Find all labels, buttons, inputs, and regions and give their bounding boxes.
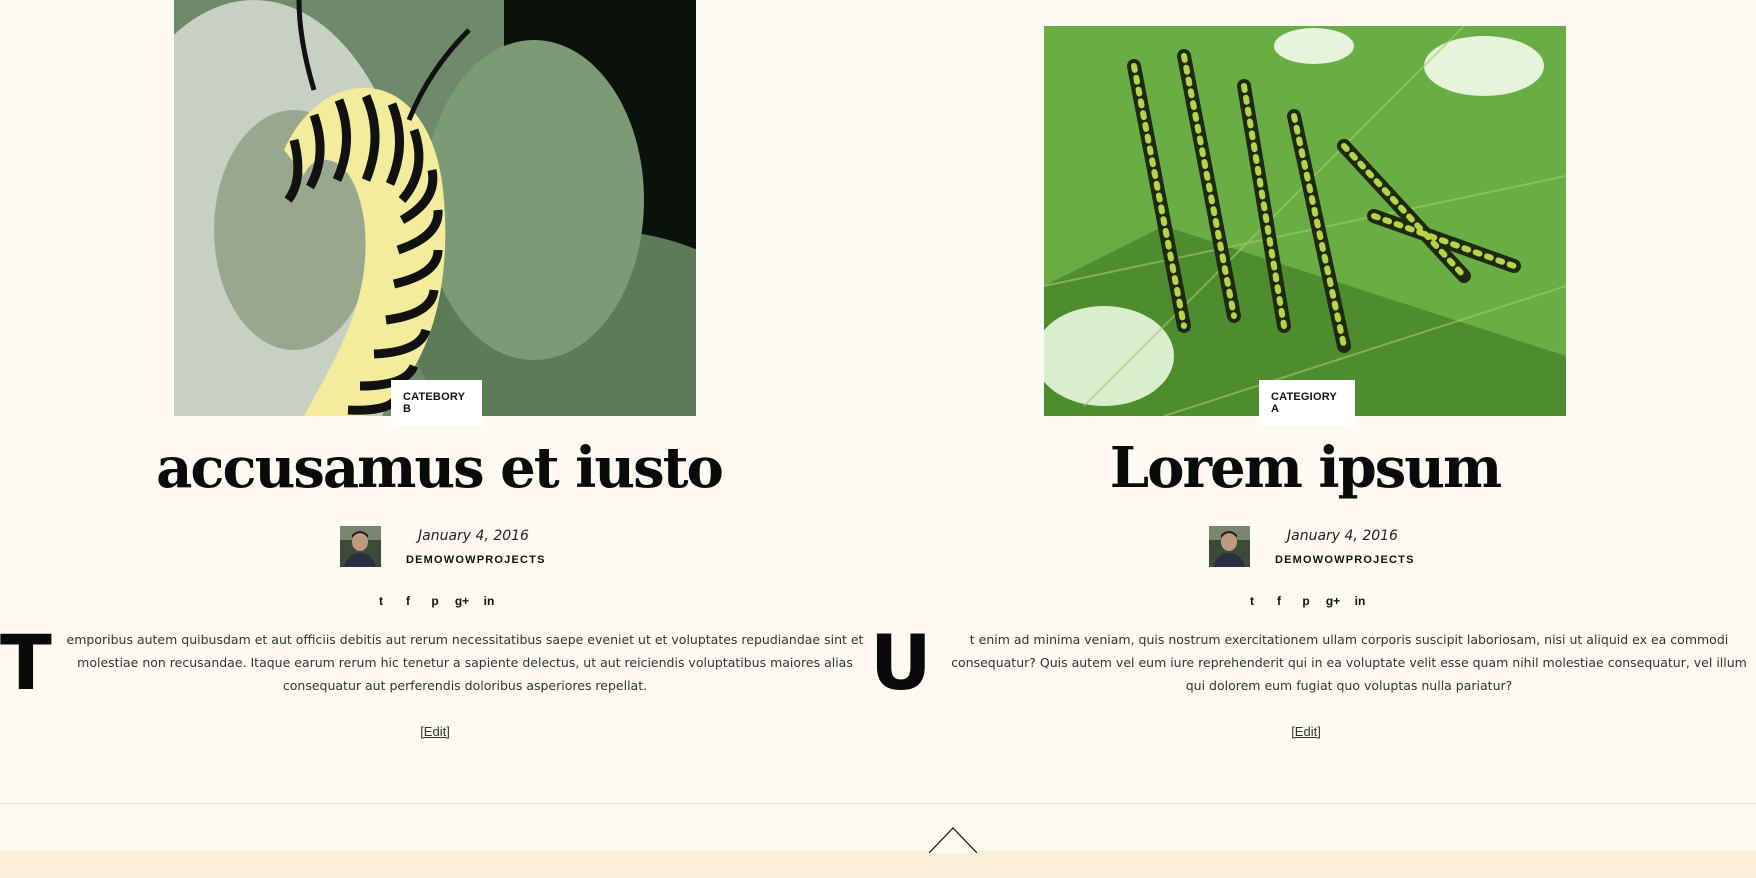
edit-link[interactable]: [Edit]: [0, 724, 874, 739]
drop-cap: T: [0, 618, 52, 707]
facebook-icon[interactable]: f: [400, 592, 417, 609]
post-author[interactable]: DEMOWOWPROJECTS: [406, 554, 546, 566]
post-card: CATEBORY B accusamus et iusto January 4,…: [0, 0, 878, 760]
google-plus-icon[interactable]: g+: [454, 592, 471, 609]
pinterest-icon[interactable]: p: [1298, 592, 1315, 609]
category-badge[interactable]: CATEGIORY A: [1259, 380, 1355, 426]
post-title[interactable]: accusamus et iusto: [0, 432, 878, 504]
twitter-icon[interactable]: t: [373, 592, 390, 609]
chevron-up-icon[interactable]: [929, 827, 977, 853]
post-card: CATEGIORY A Lorem ipsum January 4, 2016 …: [870, 0, 1748, 760]
author-avatar[interactable]: [340, 526, 381, 567]
linkedin-icon[interactable]: in: [481, 592, 498, 609]
google-plus-icon[interactable]: g+: [1325, 592, 1342, 609]
post-meta: January 4, 2016 DEMOWOWPROJECTS: [0, 526, 878, 570]
linkedin-icon[interactable]: in: [1352, 592, 1369, 609]
drop-cap: U: [870, 618, 932, 707]
share-links: t f p g+ in: [0, 592, 874, 609]
section-divider: [0, 803, 1756, 804]
category-badge[interactable]: CATEBORY B: [391, 380, 482, 426]
footer-bar: [0, 851, 1756, 878]
post-author[interactable]: DEMOWOWPROJECTS: [1275, 554, 1415, 566]
pinterest-icon[interactable]: p: [427, 592, 444, 609]
post-date[interactable]: January 4, 2016: [1287, 528, 1398, 544]
post-thumbnail-monarch-caterpillar[interactable]: [174, 0, 696, 416]
author-avatar[interactable]: [1209, 526, 1250, 567]
post-date[interactable]: January 4, 2016: [418, 528, 529, 544]
post-excerpt: emporibus autem quibusdam et aut officii…: [66, 632, 864, 693]
share-links: t f p g+ in: [867, 592, 1745, 609]
facebook-icon[interactable]: f: [1271, 592, 1288, 609]
post-title[interactable]: Lorem ipsum: [866, 432, 1744, 504]
twitter-icon[interactable]: t: [1244, 592, 1261, 609]
post-meta: January 4, 2016 DEMOWOWPROJECTS: [870, 526, 1748, 570]
post-excerpt: t enim ad minima veniam, quis nostrum ex…: [951, 632, 1747, 693]
post-thumbnail-spiky-caterpillars[interactable]: [1044, 26, 1566, 416]
edit-link[interactable]: [Edit]: [867, 724, 1745, 739]
